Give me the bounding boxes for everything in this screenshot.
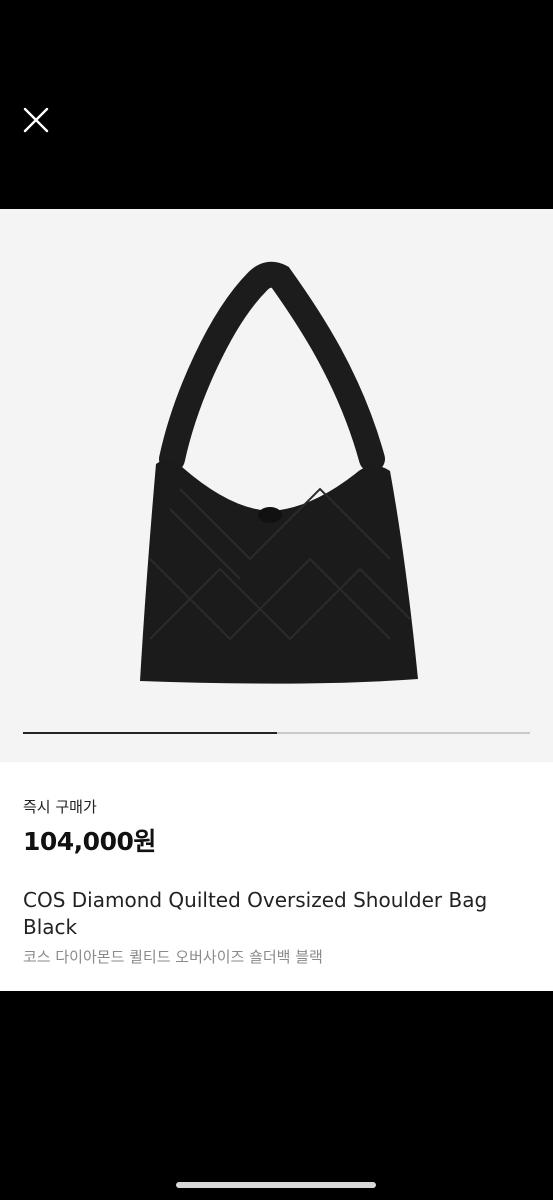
product-image-carousel[interactable] xyxy=(0,209,553,762)
home-indicator[interactable] xyxy=(176,1182,376,1188)
top-bar xyxy=(0,0,553,209)
close-button[interactable] xyxy=(18,102,54,138)
image-progress-track xyxy=(23,732,530,734)
close-icon xyxy=(23,107,49,133)
bag-image xyxy=(140,261,418,684)
price: 104,000원 xyxy=(23,827,156,856)
product-title: COS Diamond Quilted Oversized Shoulder B… xyxy=(23,888,488,939)
product-info: 즉시 구매가 104,000원 COS Diamond Quilted Over… xyxy=(0,762,553,991)
product-title-korean: 코스 다이아몬드 퀼티드 오버사이즈 숄더백 블랙 xyxy=(23,948,323,966)
price-label: 즉시 구매가 xyxy=(23,798,97,816)
bottom-area xyxy=(0,991,553,1200)
image-progress-fill xyxy=(23,732,277,734)
